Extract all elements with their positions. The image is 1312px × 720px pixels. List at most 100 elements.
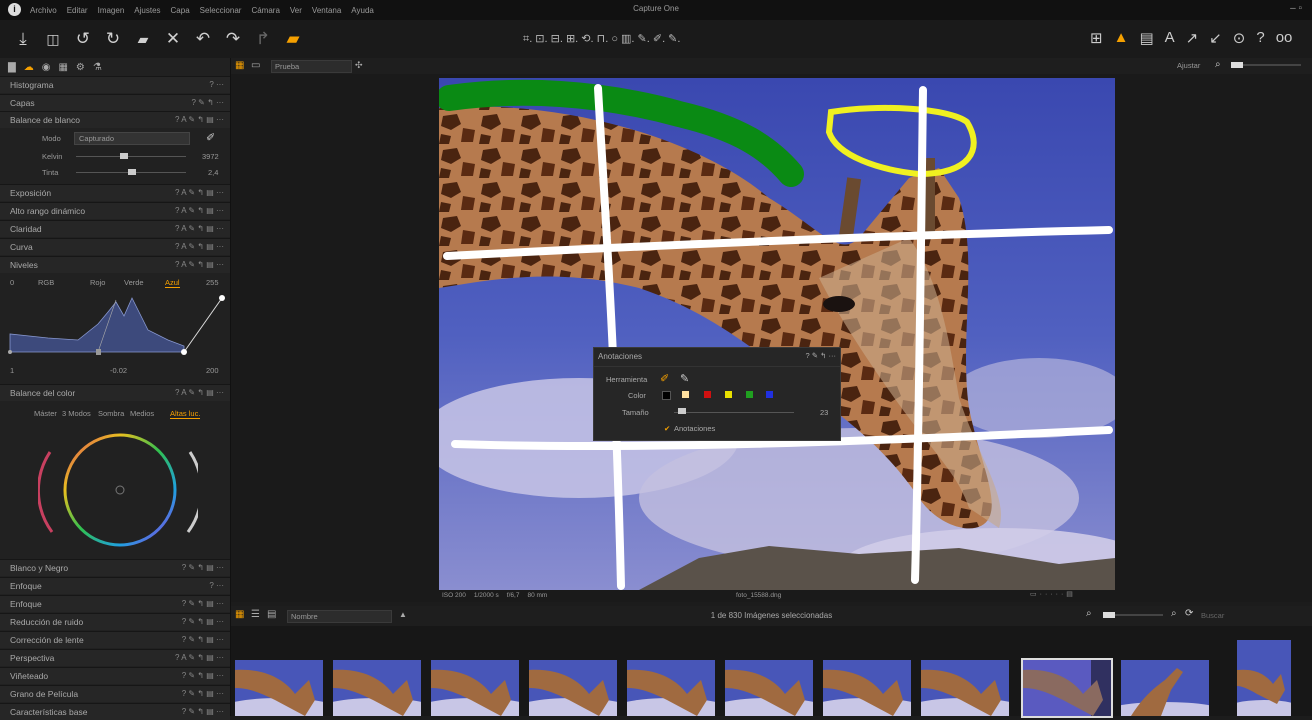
color-swatch-white[interactable] (682, 391, 689, 398)
batch-tab-icon[interactable]: ⚗ (93, 62, 102, 73)
wb-mode-select[interactable]: Capturado (74, 132, 190, 145)
print-icon[interactable]: ⊙ (1233, 29, 1246, 47)
settings-tab-icon[interactable]: ⚙ (76, 62, 85, 73)
color-swatch-blue[interactable] (766, 391, 773, 398)
color-swatch-red[interactable] (704, 391, 711, 398)
reset-icon[interactable]: ✕ (164, 29, 182, 49)
kelvin-slider-handle[interactable] (120, 153, 128, 159)
section-capas[interactable]: Capas? ✎ ↰ ··· (0, 94, 230, 111)
thumbnail[interactable] (921, 660, 1009, 716)
section-blanco-negro[interactable]: Blanco y Negro? ✎ ↰ ▤ ··· (0, 559, 230, 576)
cb-tab-altas[interactable]: Altas luc. (170, 409, 201, 419)
eraser-tool-icon[interactable]: ✎ (680, 372, 689, 385)
cb-tab-master[interactable]: Máster (34, 409, 57, 418)
cb-tab-medios[interactable]: Medios (130, 409, 154, 418)
section-vineteado[interactable]: Viñeteado? ✎ ↰ ▤ ··· (0, 667, 230, 684)
size-slider-handle[interactable] (678, 408, 686, 414)
warning-icon[interactable]: ↱ (254, 29, 272, 49)
thumbnail[interactable] (627, 660, 715, 716)
text-icon[interactable]: A (1165, 29, 1175, 47)
section-balance-color[interactable]: Balance del color? A ✎ ↰ ▤ ··· (0, 384, 230, 401)
rotate-left-icon[interactable]: ↶ (194, 29, 212, 49)
thumb-size-icon[interactable]: ⌕ (1086, 608, 1092, 619)
filter-icon[interactable]: ⟳ (1185, 608, 1193, 619)
section-grano[interactable]: Grano de Película? ✎ ↰ ▤ ··· (0, 685, 230, 702)
channel-rojo[interactable]: Rojo (90, 278, 105, 287)
section-niveles[interactable]: Niveles? A ✎ ↰ ▤ ··· (0, 256, 230, 273)
thumbnail[interactable] (1237, 640, 1291, 716)
section-hdr[interactable]: Alto rango dinámico? A ✎ ↰ ▤ ··· (0, 202, 230, 219)
search-input[interactable]: Buscar (1201, 611, 1224, 620)
single-view-icon[interactable]: ▭ (251, 60, 260, 71)
section-histograma[interactable]: Histograma? ··· (0, 76, 230, 93)
viewer-bar: ▦ ▭ Prueba ✣ Ajustar ⌕ (231, 58, 1312, 74)
proof-mode-select[interactable]: Prueba (271, 60, 352, 73)
tint-slider-handle[interactable] (128, 169, 136, 175)
pan-icon[interactable]: ✣ (355, 60, 363, 71)
copy-adjustments-icon[interactable]: ▰ (134, 29, 152, 49)
grid-layout-icon[interactable]: ▦ (235, 60, 244, 71)
rotate-right-icon[interactable]: ↷ (224, 29, 242, 49)
thumbnail[interactable] (235, 660, 323, 716)
apply-icon[interactable]: ↙ (1209, 29, 1222, 47)
rating-stars[interactable]: ▭·····▤ (1030, 590, 1076, 598)
color-wheel-handle (115, 485, 125, 495)
section-correccion-lente[interactable]: Corrección de lente? ✎ ↰ ▤ ··· (0, 631, 230, 648)
thumbnail[interactable] (725, 660, 813, 716)
adjust-tab-icon[interactable]: ☁ (24, 62, 34, 73)
pen-icon[interactable]: ✐ (660, 372, 669, 385)
section-perspectiva[interactable]: Perspectiva? A ✎ ↰ ▤ ··· (0, 649, 230, 666)
color-wheel[interactable] (38, 432, 198, 550)
color-swatch-black[interactable] (662, 391, 671, 400)
cb-tab-3modos[interactable]: 3 Modos (62, 409, 91, 418)
link-icon[interactable]: oo (1276, 29, 1293, 47)
redo-icon[interactable]: ↻ (104, 29, 122, 49)
section-reduccion-ruido[interactable]: Reducción de ruido? ✎ ↰ ▤ ··· (0, 613, 230, 630)
grid-view-icon[interactable]: ⊞ (1090, 29, 1103, 47)
main-image[interactable] (439, 78, 1115, 590)
channel-azul[interactable]: Azul (165, 278, 180, 288)
wb-picker-icon[interactable]: ✐ (206, 131, 215, 144)
zoom-slider-handle[interactable] (1231, 62, 1243, 68)
section-exposicion[interactable]: Exposición? A ✎ ↰ ▤ ··· (0, 184, 230, 201)
section-enfoque-1[interactable]: Enfoque? ··· (0, 577, 230, 594)
exposure-warning-icon[interactable]: ▲ (1114, 29, 1129, 47)
camera-tab-icon[interactable]: ◉ (42, 62, 51, 73)
meta-tab-icon[interactable]: ▦ (58, 62, 67, 73)
camera-icon[interactable]: ◫ (44, 29, 62, 49)
annotations-checkbox[interactable]: ✔ (664, 424, 670, 433)
browser-bar: ▦ ☰ ▤ Nombre ▲ 1 de 830 Imágenes selecci… (231, 606, 1312, 626)
eraser-icon[interactable]: ▰ (284, 29, 302, 49)
undo-icon[interactable]: ↺ (74, 29, 92, 49)
import-icon[interactable]: ⤓ (14, 29, 32, 49)
annotations-panel-icons[interactable]: ? ✎ ↰ ··· (806, 351, 836, 360)
thumbnail-selected[interactable] (1021, 658, 1113, 718)
section-enfoque-2[interactable]: Enfoque? ✎ ↰ ▤ ··· (0, 595, 230, 612)
channel-rgb[interactable]: RGB (38, 278, 54, 287)
section-curva[interactable]: Curva? A ✎ ↰ ▤ ··· (0, 238, 230, 255)
color-swatch-green[interactable] (746, 391, 753, 398)
section-claridad[interactable]: Claridad? A ✎ ↰ ▤ ··· (0, 220, 230, 237)
color-swatch-yellow[interactable] (725, 391, 732, 398)
channel-verde[interactable]: Verde (124, 278, 144, 287)
section-balance-blanco[interactable]: Balance de blanco? A ✎ ↰ ▤ ··· (0, 111, 230, 128)
thumbnail[interactable] (1121, 660, 1209, 716)
thumb-size-handle[interactable] (1103, 612, 1115, 618)
search-icon[interactable]: ⌕ (1171, 608, 1177, 619)
thumbnail[interactable] (529, 660, 617, 716)
size-slider[interactable] (674, 412, 794, 413)
section-caracteristicas[interactable]: Características base? ✎ ↰ ▤ ··· (0, 703, 230, 720)
cb-tab-sombra[interactable]: Sombra (98, 409, 124, 418)
thumbnail[interactable] (333, 660, 421, 716)
thumbnail[interactable] (431, 660, 519, 716)
copy-icon[interactable]: ↗ (1186, 29, 1199, 47)
size-value[interactable]: 23 (820, 408, 828, 417)
proof-icon[interactable]: ▤ (1139, 29, 1153, 47)
thumbnail[interactable] (823, 660, 911, 716)
levels-histogram[interactable] (8, 294, 230, 356)
library-tab-icon[interactable]: ▇ (8, 62, 16, 73)
cursor-tools[interactable]: ⌗. ⊡. ⊟. ⊞. ⟲. ⊓. ○ ▥. ✎. ✐. ✎. (523, 32, 680, 46)
zoom-icon[interactable]: ⌕ (1215, 59, 1221, 70)
help-icon[interactable]: ? (1256, 29, 1264, 47)
window-controls[interactable]: – ▫ (1290, 3, 1302, 14)
